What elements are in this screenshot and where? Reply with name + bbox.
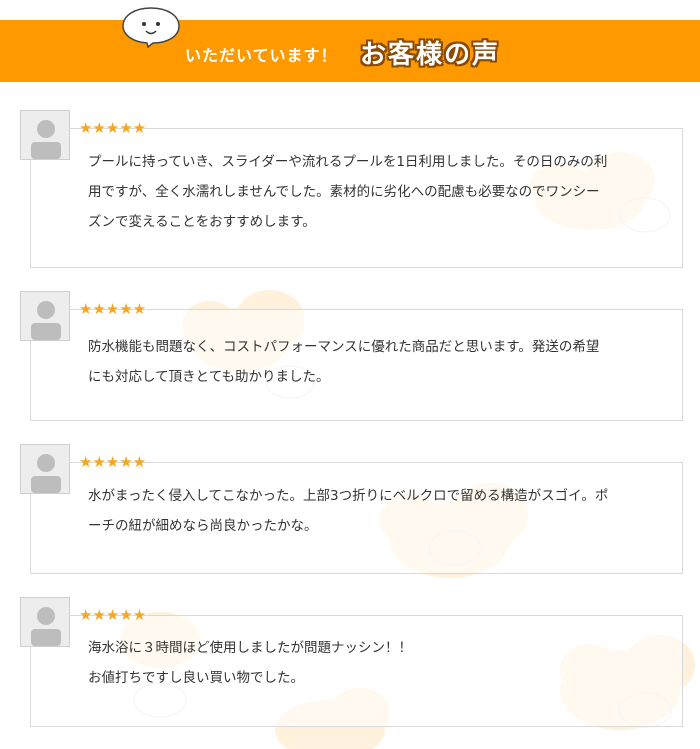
divider (162, 128, 680, 129)
avatar (20, 444, 70, 494)
review-text: 防水機能も問題なく、コストパフォーマンスに優れた商品だと思います。発送の希望 に… (88, 332, 678, 392)
review-text: 海水浴に３時間ほど使用しましたが問題ナッシン！！ お値打ちですし良い買い物でした… (88, 633, 678, 693)
review-line: にも対応して頂きとても助かりました。 (88, 369, 330, 385)
star-rating: ★★★★★ (79, 119, 147, 137)
review-line: プールに持っていき、スライダーや流れるプールを1日利用しました。その日のみの利 (88, 154, 608, 170)
avatar (20, 597, 70, 647)
review-text: 水がまったく侵入してこなかった。上部3つ折りにベルクロで留める構造がスゴイ。ポ … (88, 481, 678, 541)
review-text: プールに持っていき、スライダーや流れるプールを1日利用しました。その日のみの利 … (88, 147, 678, 237)
speech-bubble-face-icon (122, 7, 180, 48)
star-rating: ★★★★★ (79, 300, 147, 318)
review-line: 用ですが、全く水濡れしませんでした。素材的に劣化への配慮も必要なのでワンシー (88, 184, 600, 200)
review-line: ズンで変えることをおすすめします。 (88, 214, 316, 230)
header-subtitle: いただいています！ (185, 46, 338, 65)
avatar (20, 291, 70, 341)
star-rating: ★★★★★ (79, 606, 147, 624)
review-line: お値打ちですし良い買い物でした。 (88, 670, 304, 686)
divider (162, 309, 680, 310)
header-banner (0, 20, 700, 82)
avatar (20, 110, 70, 160)
review-line: 防水機能も問題なく、コストパフォーマンスに優れた商品だと思います。発送の希望 (88, 339, 600, 355)
star-rating: ★★★★★ (79, 453, 147, 471)
review-line: ーチの紐が細めなら尚良かったかな。 (88, 518, 318, 534)
divider (162, 462, 680, 463)
page-title: お客様の声 (360, 40, 501, 70)
review-line: 海水浴に３時間ほど使用しましたが問題ナッシン！！ (88, 640, 412, 656)
divider (162, 615, 680, 616)
header-top-strip (0, 0, 700, 20)
review-line: 水がまったく侵入してこなかった。上部3つ折りにベルクロで留める構造がスゴイ。ポ (88, 488, 609, 504)
